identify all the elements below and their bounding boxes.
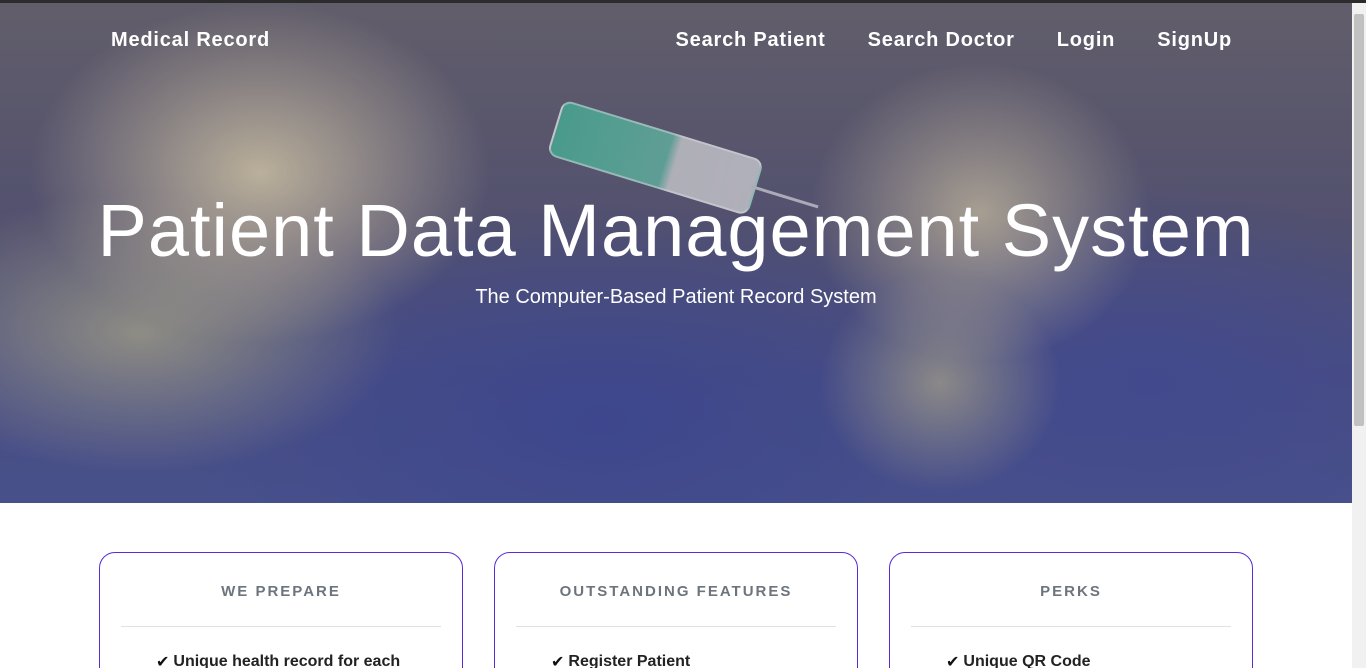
card-divider (911, 626, 1231, 627)
scrollbar-thumb[interactable] (1354, 14, 1364, 426)
nav-signup[interactable]: SignUp (1157, 29, 1232, 52)
card-title: PERKS (1040, 583, 1102, 600)
nav-links: Search Patient Search Doctor Login SignU… (676, 29, 1233, 52)
card-divider (121, 626, 441, 627)
card-item-text: Unique QR Code (963, 653, 1091, 668)
card-divider (516, 626, 836, 627)
card-title: WE PREPARE (221, 583, 341, 600)
card-title: OUTSTANDING FEATURES (559, 583, 793, 600)
card-item-text: Unique health record for each (173, 653, 401, 668)
card-perks: PERKS ✔ Unique QR Code (889, 552, 1253, 668)
nav-search-doctor[interactable]: Search Doctor (868, 29, 1015, 52)
card-list-item: ✔ Register Patient (551, 652, 690, 668)
check-icon: ✔ (946, 654, 960, 668)
brand-link[interactable]: Medical Record (111, 29, 270, 52)
hero-title: Patient Data Management System (97, 189, 1255, 272)
check-icon: ✔ (156, 654, 170, 668)
window-top-border (0, 0, 1366, 3)
card-list-item: ✔ Unique health record for each (156, 652, 400, 668)
check-icon: ✔ (551, 654, 565, 668)
card-outstanding-features: OUTSTANDING FEATURES ✔ Register Patient (494, 552, 858, 668)
card-list-item: ✔ Unique QR Code (946, 652, 1091, 668)
card-item-text: Register Patient (568, 653, 691, 668)
nav-search-patient[interactable]: Search Patient (676, 29, 826, 52)
nav-login[interactable]: Login (1057, 29, 1115, 52)
card-we-prepare: WE PREPARE ✔ Unique health record for ea… (99, 552, 463, 668)
hero-subtitle: The Computer-Based Patient Record System (475, 286, 877, 308)
navbar: Medical Record Search Patient Search Doc… (0, 3, 1352, 77)
